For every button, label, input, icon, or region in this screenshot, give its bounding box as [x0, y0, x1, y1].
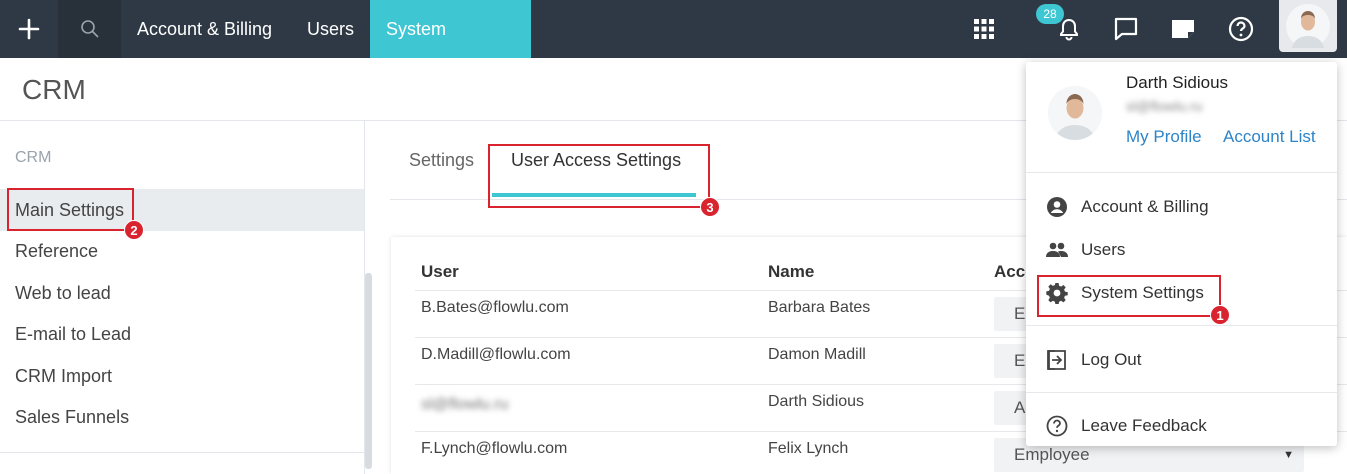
menu-item-label: Account & Billing	[1081, 197, 1209, 216]
sidebar-item-reference[interactable]: Reference	[0, 230, 364, 272]
logout-icon	[1046, 349, 1068, 371]
annotation-marker-2: 2	[124, 220, 144, 240]
sidebar-item-sales-funnels[interactable]: Sales Funnels	[0, 396, 364, 438]
user-avatar[interactable]	[1279, 0, 1337, 52]
sidebar-item-email-to-lead[interactable]: E-mail to Lead	[0, 313, 364, 355]
help-icon[interactable]	[1212, 0, 1270, 58]
menu-item-label: Users	[1081, 240, 1126, 259]
dropdown-divider	[1026, 325, 1337, 326]
highlight-user-access-tab	[488, 144, 710, 208]
highlight-system-settings	[1037, 275, 1221, 317]
table-cell-user: F.Lynch@flowlu.com	[421, 440, 568, 457]
menu-item-log-out[interactable]: Log Out	[1026, 340, 1337, 380]
nav-users[interactable]: Users	[291, 0, 370, 58]
sidebar-divider	[0, 452, 364, 453]
table-cell-name: Barbara Bates	[768, 299, 871, 316]
highlight-main-settings	[7, 188, 134, 231]
menu-item-label: Log Out	[1081, 350, 1142, 369]
access-select-value: Employee	[1014, 445, 1090, 464]
my-profile-link[interactable]: My Profile	[1126, 127, 1202, 147]
menu-item-leave-feedback[interactable]: Leave Feedback	[1026, 406, 1337, 446]
help-circle-icon	[1046, 415, 1068, 437]
dropdown-user-email: sl@flowlu.ru	[1126, 98, 1203, 114]
dropdown-user-name: Darth Sidious	[1126, 73, 1229, 92]
table-cell-user: B.Bates@flowlu.com	[421, 299, 569, 316]
sidebar-item-web-to-lead[interactable]: Web to lead	[0, 272, 364, 314]
dropdown-divider	[1026, 172, 1337, 173]
dropdown-divider	[1026, 392, 1337, 393]
search-icon[interactable]	[58, 0, 121, 58]
annotation-marker-3: 3	[700, 197, 720, 217]
menu-item-users[interactable]: Users	[1026, 230, 1337, 270]
table-cell-user: sl@flowlu.ru	[421, 396, 509, 413]
users-icon	[1046, 239, 1068, 261]
note-icon[interactable]	[1154, 0, 1212, 58]
column-header-user: User	[421, 262, 459, 281]
account-circle-icon	[1046, 196, 1068, 218]
menu-item-label: Leave Feedback	[1081, 416, 1207, 435]
column-header-name: Name	[768, 262, 815, 281]
tab-settings[interactable]: Settings	[409, 150, 474, 196]
sidebar-item-crm-import[interactable]: CRM Import	[0, 355, 364, 397]
chat-icon[interactable]	[1097, 0, 1155, 58]
nav-account-billing[interactable]: Account & Billing	[121, 0, 288, 58]
annotation-marker-1: 1	[1210, 305, 1230, 325]
notification-count-badge: 28	[1036, 4, 1064, 24]
dropdown-avatar	[1048, 86, 1102, 140]
sidebar-section-title: CRM	[15, 149, 52, 166]
table-cell-name: Damon Madill	[768, 346, 866, 363]
account-list-link[interactable]: Account List	[1223, 127, 1316, 147]
menu-item-account-billing[interactable]: Account & Billing	[1026, 187, 1337, 227]
table-cell-name: Darth Sidious	[768, 393, 865, 410]
add-icon[interactable]	[0, 0, 58, 58]
access-select-value: A	[1014, 398, 1026, 417]
table-cell-user: D.Madill@flowlu.com	[421, 346, 571, 363]
nav-system-settings[interactable]: System Settings	[370, 0, 531, 97]
page-title: CRM	[22, 74, 86, 105]
apps-grid-icon[interactable]	[955, 0, 1013, 58]
table-cell-name: Felix Lynch	[768, 440, 849, 457]
sidebar-scrollbar[interactable]	[365, 273, 372, 469]
